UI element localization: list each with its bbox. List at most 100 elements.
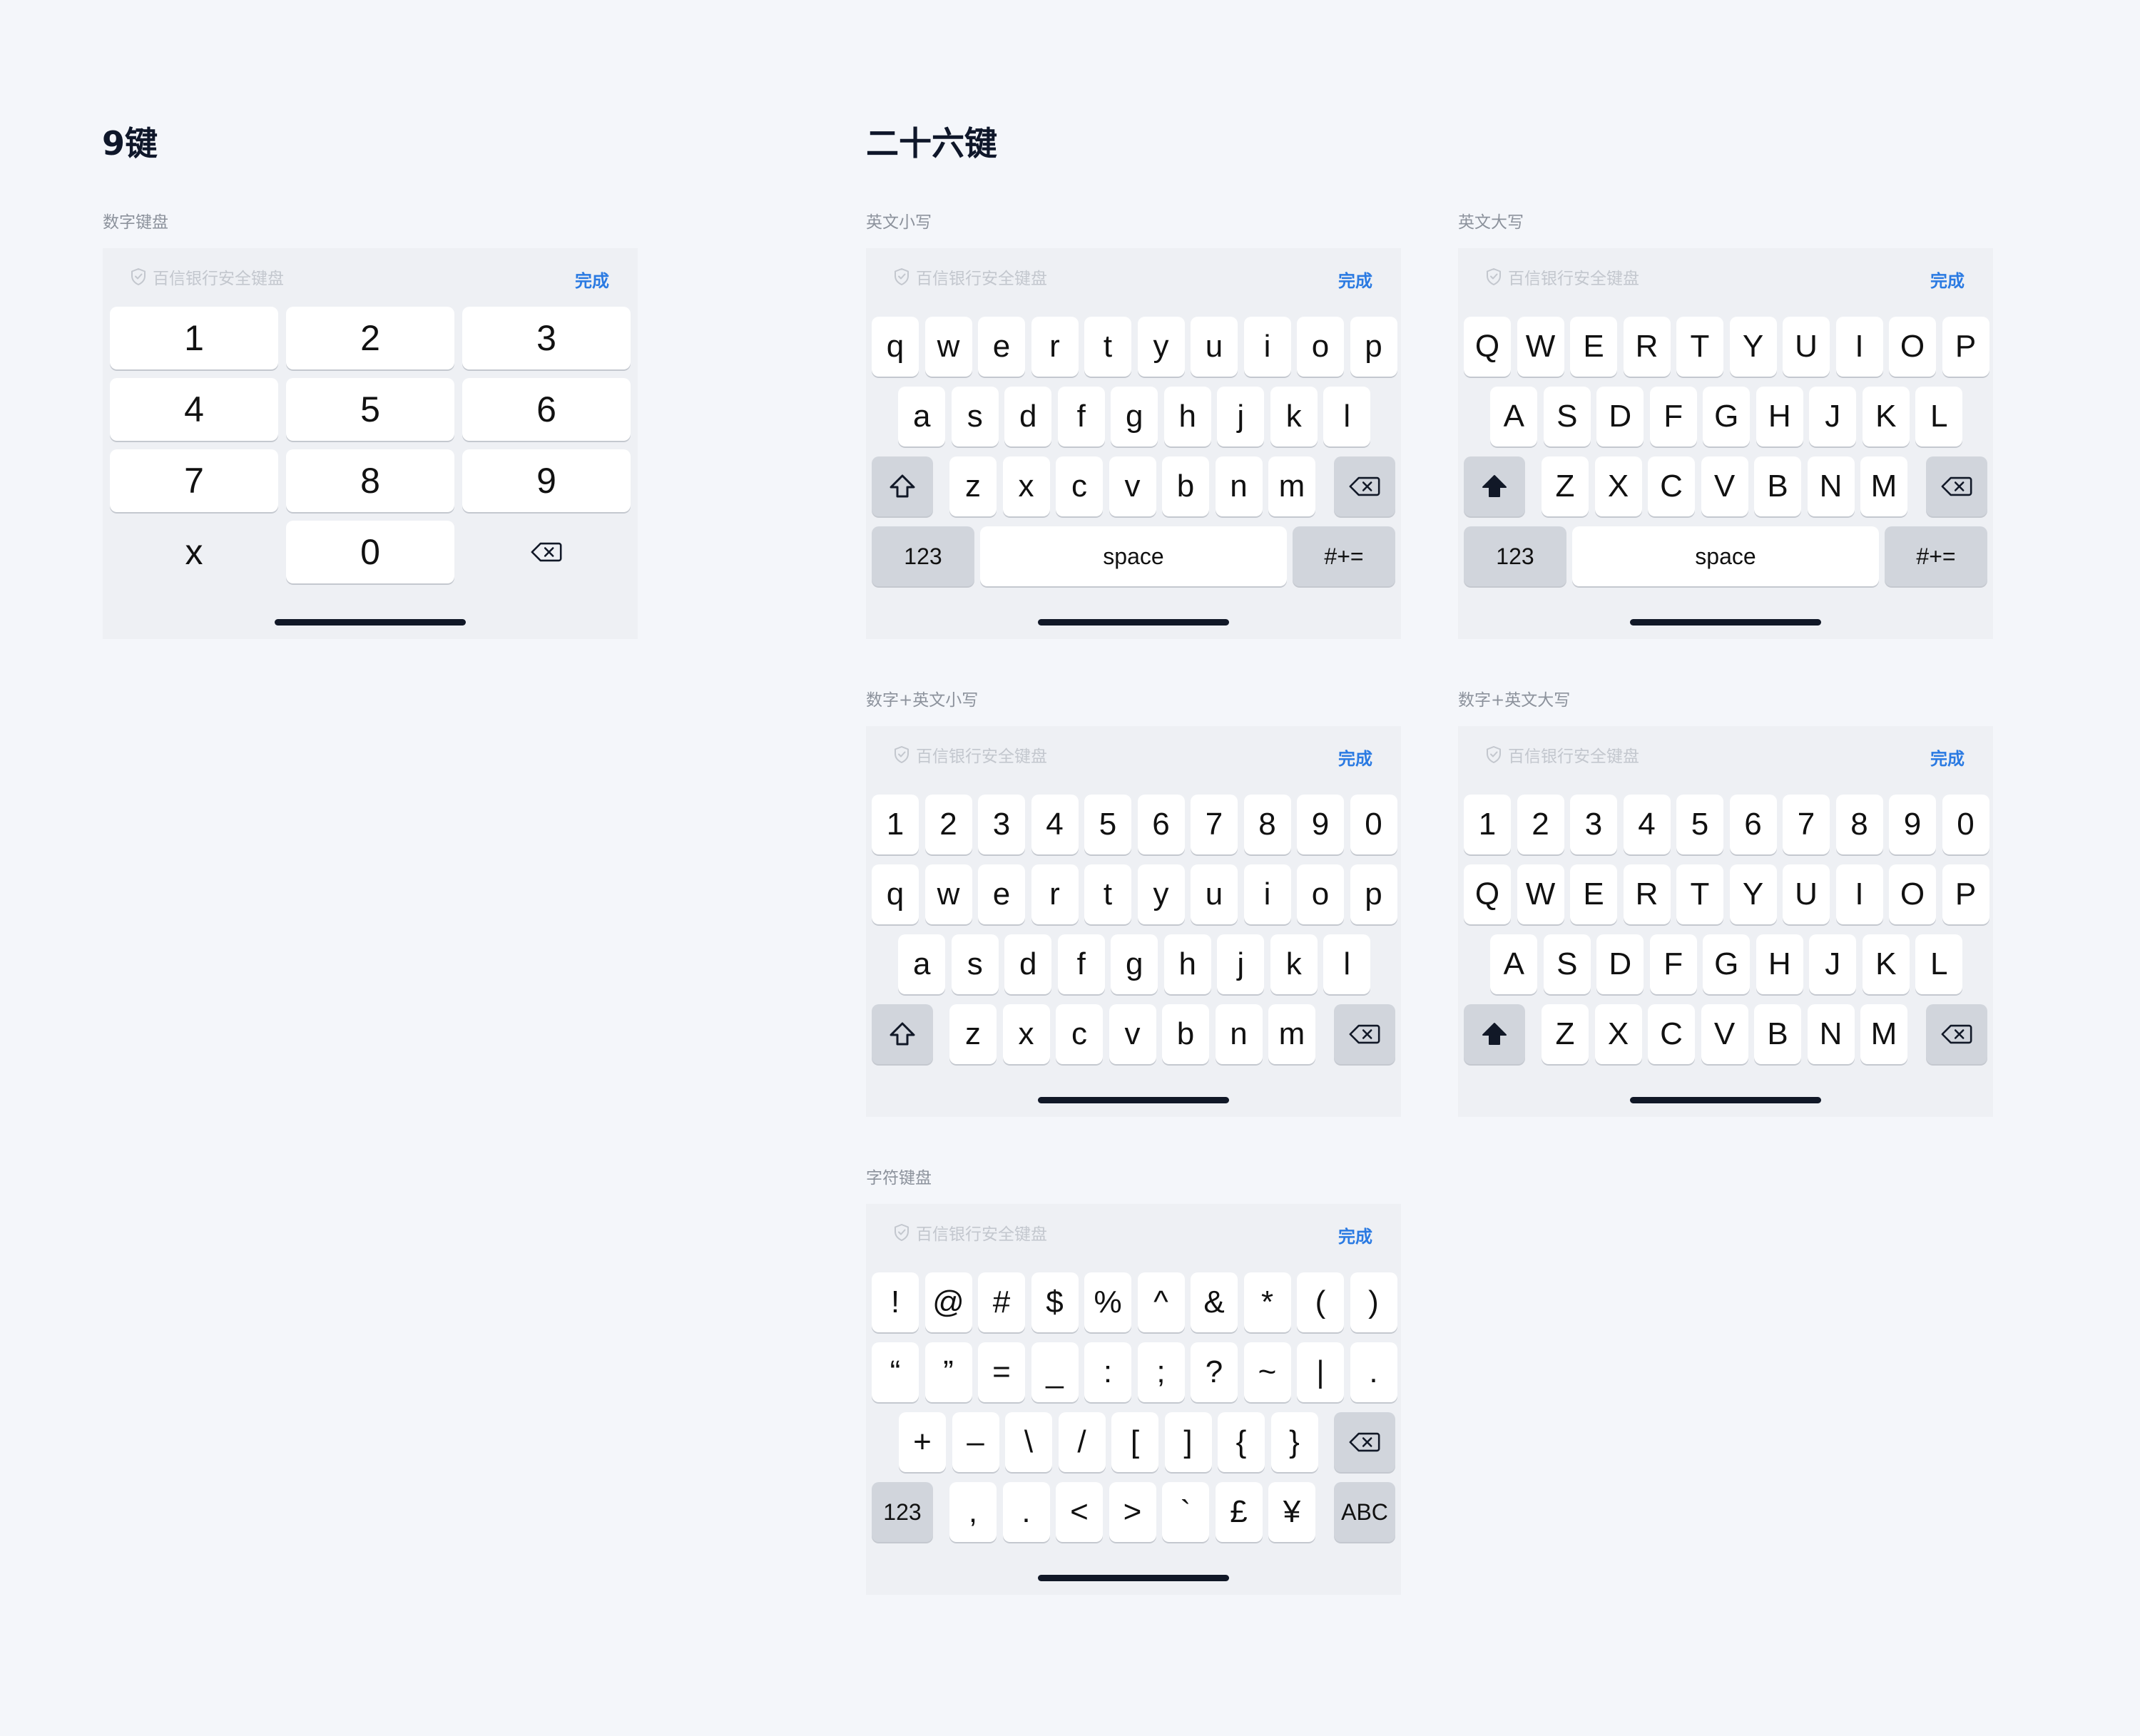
key[interactable]: r <box>1031 317 1079 377</box>
key[interactable]: c <box>1056 1004 1103 1064</box>
key[interactable]: 5 <box>1676 795 1723 854</box>
key[interactable]: W <box>1517 864 1564 924</box>
key[interactable]: J <box>1809 934 1857 994</box>
key[interactable]: / <box>1058 1412 1106 1472</box>
key[interactable]: s <box>951 934 999 994</box>
key[interactable]: x <box>1002 456 1050 516</box>
key[interactable]: l <box>1323 387 1371 446</box>
key[interactable]: H <box>1756 387 1803 446</box>
key[interactable]: R <box>1623 317 1671 377</box>
key[interactable]: ^ <box>1137 1272 1185 1332</box>
key[interactable]: B <box>1754 456 1801 516</box>
symbols-toggle-key[interactable]: #+= <box>1885 526 1987 586</box>
key[interactable]: 2 <box>1517 795 1564 854</box>
key[interactable]: ¥ <box>1268 1482 1315 1542</box>
key[interactable]: q <box>872 864 919 924</box>
key[interactable]: _ <box>1031 1342 1079 1402</box>
key[interactable]: 1 <box>110 307 278 369</box>
key[interactable]: 0 <box>1942 795 1989 854</box>
key[interactable]: S <box>1543 387 1591 446</box>
key[interactable]: 1 <box>1464 795 1511 854</box>
key[interactable]: y <box>1137 317 1185 377</box>
key[interactable]: s <box>951 387 999 446</box>
key[interactable]: 9 <box>1889 795 1936 854</box>
key[interactable]: D <box>1596 387 1644 446</box>
key[interactable]: i <box>1243 317 1291 377</box>
key[interactable]: ~ <box>1243 1342 1291 1402</box>
key[interactable]: 8 <box>1835 795 1883 854</box>
key[interactable]: m <box>1268 456 1315 516</box>
key[interactable]: g <box>1111 387 1158 446</box>
key[interactable]: N <box>1807 456 1855 516</box>
key[interactable]: 4 <box>1031 795 1079 854</box>
key[interactable]: 4 <box>1623 795 1671 854</box>
key[interactable]: C <box>1648 456 1695 516</box>
key[interactable]: V <box>1701 456 1748 516</box>
key[interactable]: S <box>1543 934 1591 994</box>
key[interactable]: R <box>1623 864 1671 924</box>
key[interactable]: 6 <box>1137 795 1185 854</box>
key[interactable]: $ <box>1031 1272 1079 1332</box>
delete-key[interactable] <box>1334 1004 1395 1064</box>
key[interactable]: U <box>1783 864 1830 924</box>
key[interactable]: A <box>1490 934 1538 994</box>
numbers-toggle-key[interactable]: 123 <box>872 526 974 586</box>
key[interactable]: c <box>1056 456 1103 516</box>
key[interactable]: 5 <box>1084 795 1131 854</box>
key[interactable]: i <box>1243 864 1291 924</box>
key[interactable]: X <box>1594 1004 1642 1064</box>
key[interactable]: v <box>1109 1004 1156 1064</box>
key[interactable]: ) <box>1350 1272 1397 1332</box>
key[interactable]: N <box>1807 1004 1855 1064</box>
key[interactable]: ` <box>1162 1482 1209 1542</box>
key[interactable]: [ <box>1111 1412 1158 1472</box>
numbers-toggle-key[interactable]: 123 <box>872 1482 933 1542</box>
key[interactable]: £ <box>1215 1482 1263 1542</box>
key[interactable]: h <box>1163 387 1211 446</box>
key[interactable]: g <box>1111 934 1158 994</box>
key[interactable]: # <box>978 1272 1025 1332</box>
key[interactable]: F <box>1649 387 1697 446</box>
key[interactable]: b <box>1162 1004 1209 1064</box>
done-button[interactable]: 完成 <box>575 267 609 292</box>
key[interactable]: ] <box>1164 1412 1212 1472</box>
key[interactable]: K <box>1862 387 1910 446</box>
delete-key[interactable] <box>1926 456 1987 516</box>
done-button[interactable]: 完成 <box>1338 745 1372 770</box>
key[interactable]: 2 <box>286 307 454 369</box>
key[interactable]: Y <box>1729 864 1777 924</box>
key[interactable]: w <box>924 864 972 924</box>
key[interactable]: } <box>1270 1412 1318 1472</box>
key[interactable]: . <box>1350 1342 1397 1402</box>
key[interactable]: ; <box>1137 1342 1185 1402</box>
key[interactable]: O <box>1889 864 1936 924</box>
delete-key[interactable] <box>1926 1004 1987 1064</box>
key[interactable]: – <box>952 1412 999 1472</box>
key[interactable]: A <box>1490 387 1538 446</box>
key[interactable]: ? <box>1191 1342 1238 1402</box>
key[interactable]: 1 <box>872 795 919 854</box>
key[interactable]: z <box>949 1004 997 1064</box>
key[interactable]: d <box>1004 934 1052 994</box>
key[interactable]: 2 <box>924 795 972 854</box>
key[interactable]: 7 <box>1191 795 1238 854</box>
done-button[interactable]: 完成 <box>1930 267 1965 292</box>
key[interactable]: w <box>924 317 972 377</box>
key[interactable]: 8 <box>286 449 454 512</box>
key[interactable]: e <box>978 317 1025 377</box>
key[interactable]: Y <box>1729 317 1777 377</box>
key[interactable]: | <box>1297 1342 1344 1402</box>
numbers-toggle-key[interactable]: 123 <box>1464 526 1566 586</box>
key[interactable]: 7 <box>110 449 278 512</box>
key[interactable]: 9 <box>462 449 631 512</box>
key[interactable]: p <box>1350 317 1397 377</box>
key[interactable]: W <box>1517 317 1564 377</box>
key[interactable]: J <box>1809 387 1857 446</box>
key[interactable]: n <box>1215 1004 1263 1064</box>
key[interactable]: ( <box>1297 1272 1344 1332</box>
key[interactable]: 3 <box>462 307 631 369</box>
key[interactable]: t <box>1084 317 1131 377</box>
key[interactable]: 5 <box>286 378 454 441</box>
key[interactable]: & <box>1191 1272 1238 1332</box>
letters-toggle-key[interactable]: ABC <box>1334 1482 1395 1542</box>
